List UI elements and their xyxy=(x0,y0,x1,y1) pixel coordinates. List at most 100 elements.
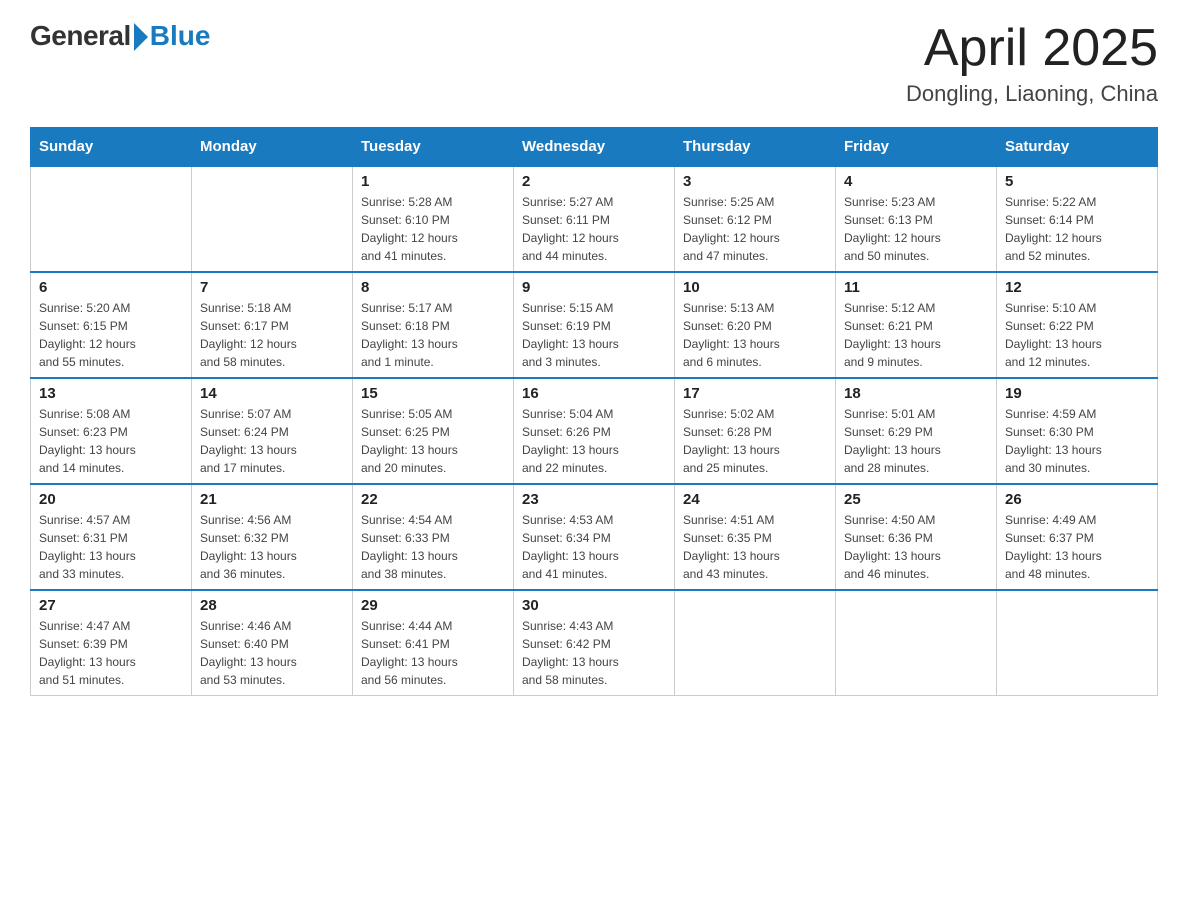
week-row-5: 27 Sunrise: 4:47 AM Sunset: 6:39 PM Dayli… xyxy=(31,590,1158,696)
day-number: 7 xyxy=(200,279,344,296)
calendar-cell: 29 Sunrise: 4:44 AM Sunset: 6:41 PM Dayli… xyxy=(353,590,514,696)
day-info: Sunrise: 5:17 AM Sunset: 6:18 PM Dayligh… xyxy=(361,299,505,371)
day-info: Sunrise: 5:20 AM Sunset: 6:15 PM Dayligh… xyxy=(39,299,183,371)
header-thursday: Thursday xyxy=(675,128,836,167)
week-row-1: 1Sunrise: 5:28 AM Sunset: 6:10 PM Daylig… xyxy=(31,166,1158,272)
day-number: 28 xyxy=(200,597,344,614)
day-info: Sunrise: 5:27 AM Sunset: 6:11 PM Dayligh… xyxy=(522,193,666,265)
calendar-cell: 13Sunrise: 5:08 AM Sunset: 6:23 PM Dayli… xyxy=(31,378,192,484)
calendar-cell xyxy=(31,166,192,272)
day-number: 30 xyxy=(522,597,666,614)
day-info: Sunrise: 5:07 AM Sunset: 6:24 PM Dayligh… xyxy=(200,405,344,477)
day-number: 12 xyxy=(1005,279,1149,296)
day-number: 8 xyxy=(361,279,505,296)
calendar-cell: 4 Sunrise: 5:23 AM Sunset: 6:13 PM Daylig… xyxy=(836,166,997,272)
day-number: 10 xyxy=(683,279,827,296)
day-info: Sunrise: 4:53 AM Sunset: 6:34 PM Dayligh… xyxy=(522,511,666,583)
calendar-cell: 17Sunrise: 5:02 AM Sunset: 6:28 PM Dayli… xyxy=(675,378,836,484)
day-info: Sunrise: 5:01 AM Sunset: 6:29 PM Dayligh… xyxy=(844,405,988,477)
calendar-cell: 16Sunrise: 5:04 AM Sunset: 6:26 PM Dayli… xyxy=(514,378,675,484)
header-row: SundayMondayTuesdayWednesdayThursdayFrid… xyxy=(31,128,1158,167)
calendar-cell: 6 Sunrise: 5:20 AM Sunset: 6:15 PM Daylig… xyxy=(31,272,192,378)
day-info: Sunrise: 4:50 AM Sunset: 6:36 PM Dayligh… xyxy=(844,511,988,583)
calendar-table: SundayMondayTuesdayWednesdayThursdayFrid… xyxy=(30,127,1158,696)
day-number: 11 xyxy=(844,279,988,296)
day-info: Sunrise: 4:54 AM Sunset: 6:33 PM Dayligh… xyxy=(361,511,505,583)
header-tuesday: Tuesday xyxy=(353,128,514,167)
day-info: Sunrise: 5:08 AM Sunset: 6:23 PM Dayligh… xyxy=(39,405,183,477)
day-number: 21 xyxy=(200,491,344,508)
week-row-4: 20 Sunrise: 4:57 AM Sunset: 6:31 PM Dayli… xyxy=(31,484,1158,590)
day-info: Sunrise: 4:56 AM Sunset: 6:32 PM Dayligh… xyxy=(200,511,344,583)
calendar-cell xyxy=(675,590,836,696)
calendar-cell: 25Sunrise: 4:50 AM Sunset: 6:36 PM Dayli… xyxy=(836,484,997,590)
day-number: 15 xyxy=(361,385,505,402)
day-number: 27 xyxy=(39,597,183,614)
day-number: 4 xyxy=(844,173,988,190)
header-monday: Monday xyxy=(192,128,353,167)
day-number: 14 xyxy=(200,385,344,402)
calendar-cell: 21 Sunrise: 4:56 AM Sunset: 6:32 PM Dayli… xyxy=(192,484,353,590)
calendar-cell: 8 Sunrise: 5:17 AM Sunset: 6:18 PM Daylig… xyxy=(353,272,514,378)
day-info: Sunrise: 4:47 AM Sunset: 6:39 PM Dayligh… xyxy=(39,617,183,689)
week-row-2: 6 Sunrise: 5:20 AM Sunset: 6:15 PM Daylig… xyxy=(31,272,1158,378)
day-info: Sunrise: 5:25 AM Sunset: 6:12 PM Dayligh… xyxy=(683,193,827,265)
day-number: 5 xyxy=(1005,173,1149,190)
logo: General Blue xyxy=(30,20,210,52)
page-header: General Blue April 2025 Dongling, Liaoni… xyxy=(30,20,1158,107)
day-number: 24 xyxy=(683,491,827,508)
header-friday: Friday xyxy=(836,128,997,167)
day-info: Sunrise: 5:02 AM Sunset: 6:28 PM Dayligh… xyxy=(683,405,827,477)
header-saturday: Saturday xyxy=(997,128,1158,167)
day-info: Sunrise: 4:43 AM Sunset: 6:42 PM Dayligh… xyxy=(522,617,666,689)
day-number: 9 xyxy=(522,279,666,296)
calendar-cell: 27 Sunrise: 4:47 AM Sunset: 6:39 PM Dayli… xyxy=(31,590,192,696)
day-number: 6 xyxy=(39,279,183,296)
calendar-title: April 2025 xyxy=(906,20,1158,77)
calendar-cell: 30 Sunrise: 4:43 AM Sunset: 6:42 PM Dayli… xyxy=(514,590,675,696)
day-info: Sunrise: 5:28 AM Sunset: 6:10 PM Dayligh… xyxy=(361,193,505,265)
title-block: April 2025 Dongling, Liaoning, China xyxy=(906,20,1158,107)
calendar-cell: 1Sunrise: 5:28 AM Sunset: 6:10 PM Daylig… xyxy=(353,166,514,272)
day-info: Sunrise: 5:15 AM Sunset: 6:19 PM Dayligh… xyxy=(522,299,666,371)
calendar-cell: 22Sunrise: 4:54 AM Sunset: 6:33 PM Dayli… xyxy=(353,484,514,590)
calendar-cell: 23 Sunrise: 4:53 AM Sunset: 6:34 PM Dayli… xyxy=(514,484,675,590)
day-info: Sunrise: 4:49 AM Sunset: 6:37 PM Dayligh… xyxy=(1005,511,1149,583)
calendar-cell xyxy=(192,166,353,272)
week-row-3: 13Sunrise: 5:08 AM Sunset: 6:23 PM Dayli… xyxy=(31,378,1158,484)
day-number: 20 xyxy=(39,491,183,508)
calendar-cell: 7 Sunrise: 5:18 AM Sunset: 6:17 PM Daylig… xyxy=(192,272,353,378)
day-info: Sunrise: 4:46 AM Sunset: 6:40 PM Dayligh… xyxy=(200,617,344,689)
day-number: 18 xyxy=(844,385,988,402)
day-info: Sunrise: 5:05 AM Sunset: 6:25 PM Dayligh… xyxy=(361,405,505,477)
day-number: 19 xyxy=(1005,385,1149,402)
day-number: 23 xyxy=(522,491,666,508)
day-number: 3 xyxy=(683,173,827,190)
day-info: Sunrise: 5:10 AM Sunset: 6:22 PM Dayligh… xyxy=(1005,299,1149,371)
calendar-cell: 18 Sunrise: 5:01 AM Sunset: 6:29 PM Dayli… xyxy=(836,378,997,484)
day-info: Sunrise: 5:13 AM Sunset: 6:20 PM Dayligh… xyxy=(683,299,827,371)
header-sunday: Sunday xyxy=(31,128,192,167)
calendar-cell: 26 Sunrise: 4:49 AM Sunset: 6:37 PM Dayli… xyxy=(997,484,1158,590)
logo-arrow-icon xyxy=(134,23,148,51)
calendar-cell: 5Sunrise: 5:22 AM Sunset: 6:14 PM Daylig… xyxy=(997,166,1158,272)
calendar-cell xyxy=(997,590,1158,696)
day-info: Sunrise: 4:57 AM Sunset: 6:31 PM Dayligh… xyxy=(39,511,183,583)
day-info: Sunrise: 4:44 AM Sunset: 6:41 PM Dayligh… xyxy=(361,617,505,689)
calendar-cell: 19 Sunrise: 4:59 AM Sunset: 6:30 PM Dayli… xyxy=(997,378,1158,484)
day-info: Sunrise: 5:23 AM Sunset: 6:13 PM Dayligh… xyxy=(844,193,988,265)
day-number: 29 xyxy=(361,597,505,614)
day-info: Sunrise: 4:59 AM Sunset: 6:30 PM Dayligh… xyxy=(1005,405,1149,477)
calendar-cell: 28 Sunrise: 4:46 AM Sunset: 6:40 PM Dayli… xyxy=(192,590,353,696)
calendar-cell: 2Sunrise: 5:27 AM Sunset: 6:11 PM Daylig… xyxy=(514,166,675,272)
day-number: 26 xyxy=(1005,491,1149,508)
day-number: 16 xyxy=(522,385,666,402)
calendar-subtitle: Dongling, Liaoning, China xyxy=(906,81,1158,107)
calendar-cell: 9 Sunrise: 5:15 AM Sunset: 6:19 PM Daylig… xyxy=(514,272,675,378)
calendar-cell xyxy=(836,590,997,696)
header-wednesday: Wednesday xyxy=(514,128,675,167)
day-info: Sunrise: 5:18 AM Sunset: 6:17 PM Dayligh… xyxy=(200,299,344,371)
logo-general-text: General xyxy=(30,20,131,52)
day-info: Sunrise: 5:12 AM Sunset: 6:21 PM Dayligh… xyxy=(844,299,988,371)
logo-blue-text: Blue xyxy=(150,20,211,52)
